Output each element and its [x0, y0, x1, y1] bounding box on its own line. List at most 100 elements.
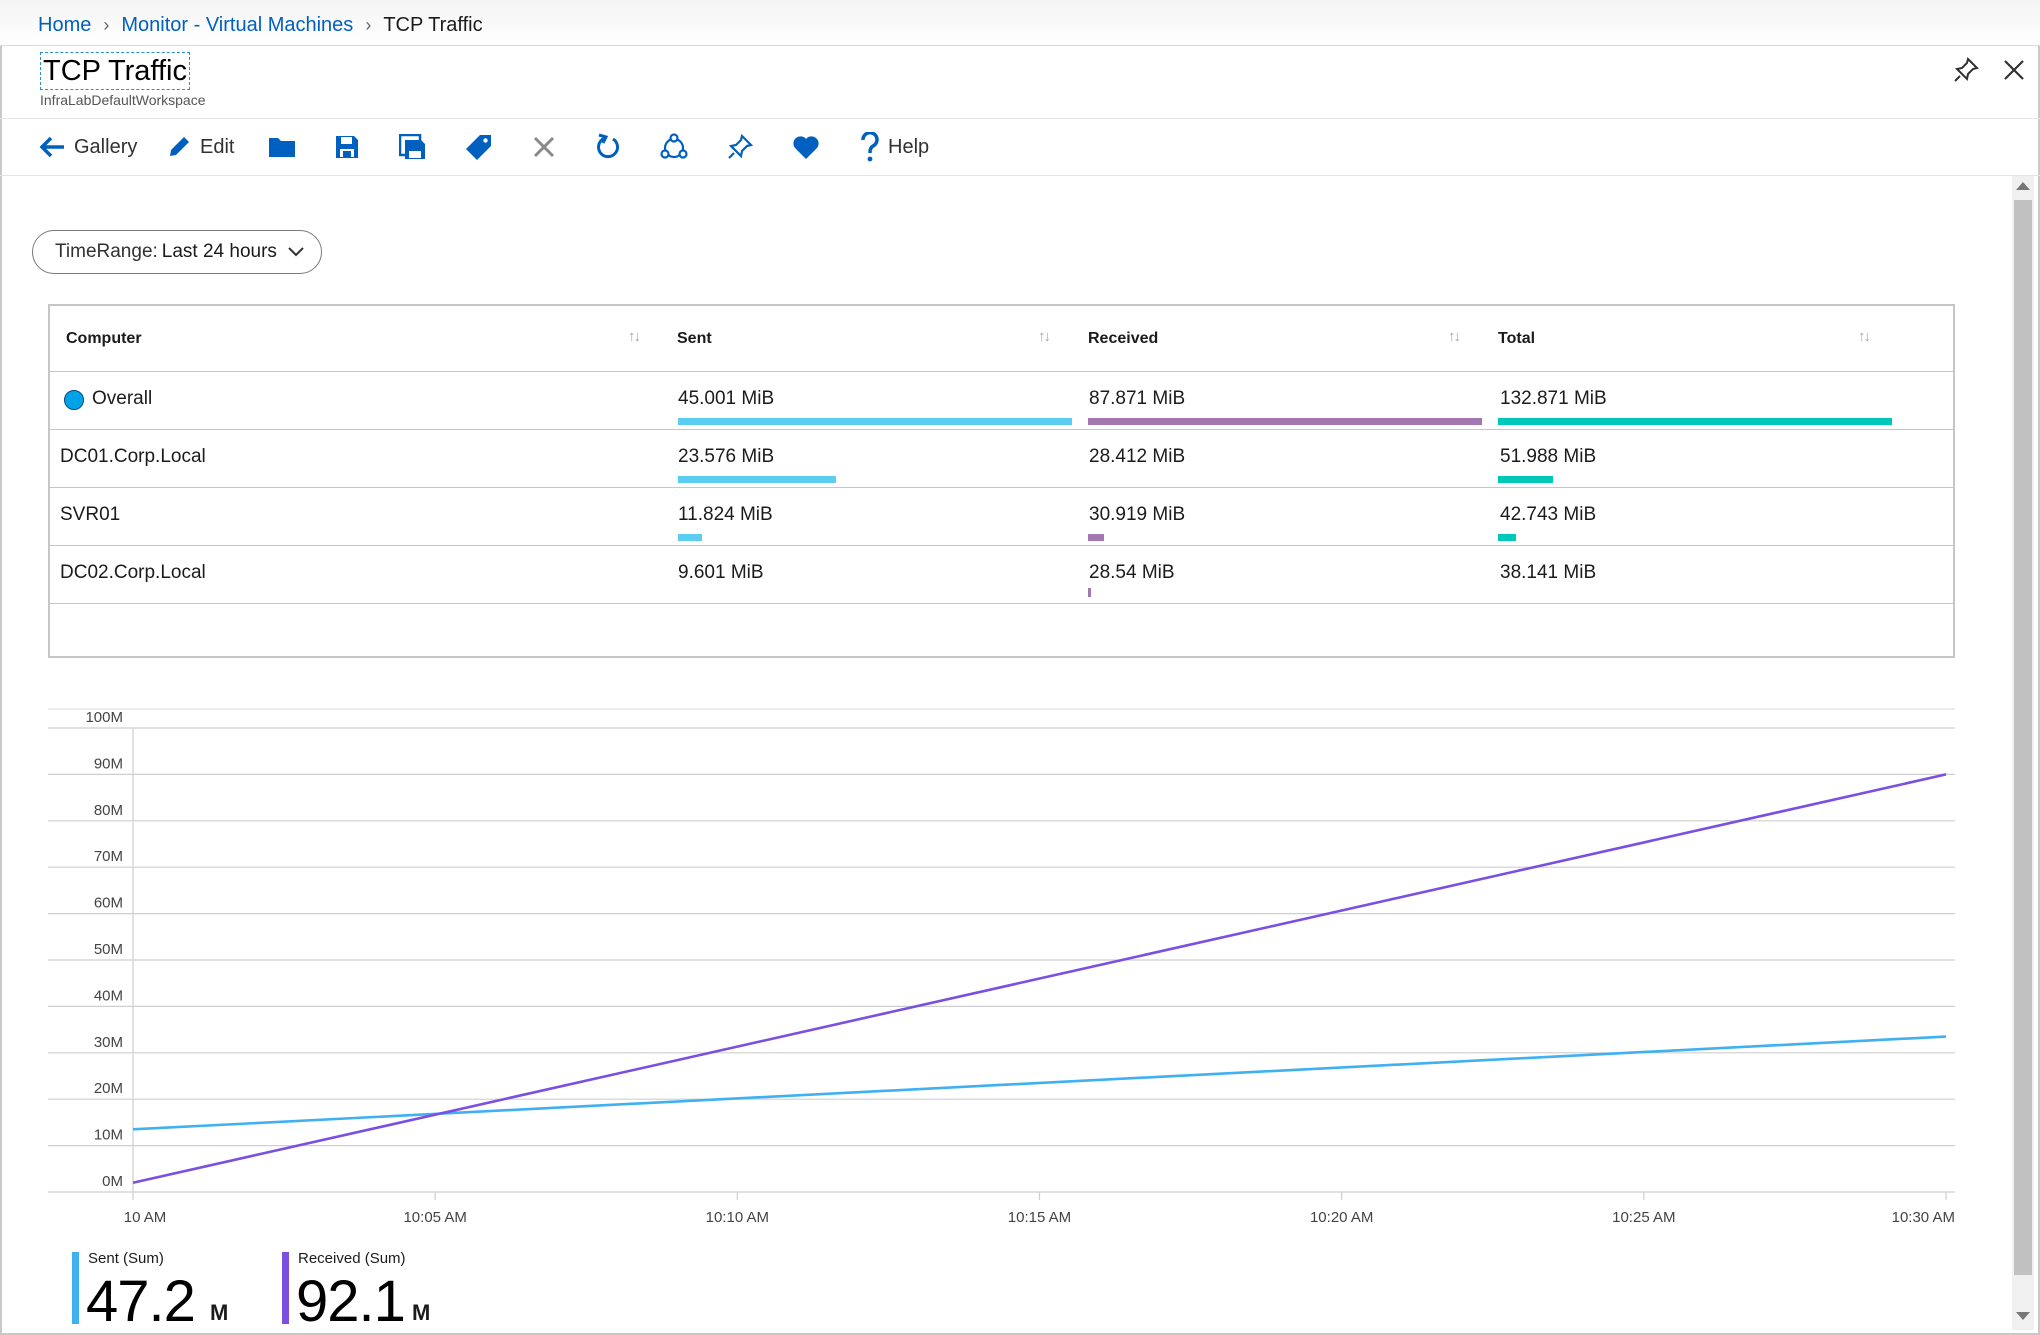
edit-label: Edit	[200, 136, 234, 159]
pin-to-dashboard-button[interactable]	[726, 129, 754, 165]
cell-sent: 45.001 MiB	[678, 388, 774, 410]
open-button[interactable]	[268, 129, 296, 165]
y-tick-label: 0M	[102, 1173, 123, 1190]
save-icon	[334, 134, 360, 160]
heart-icon	[792, 134, 820, 160]
y-tick-label: 10M	[94, 1127, 123, 1144]
cell-computer: DC02.Corp.Local	[60, 562, 206, 584]
help-label: Help	[888, 136, 929, 159]
cell-received: 28.54 MiB	[1089, 562, 1175, 584]
column-header-computer[interactable]: Computer	[66, 330, 142, 348]
legend-swatch	[282, 1252, 289, 1324]
total-bar	[1498, 418, 1892, 425]
legend-swatch	[72, 1252, 79, 1324]
time-range-dropdown[interactable]: TimeRange: Last 24 hours	[32, 230, 322, 274]
column-header-received[interactable]: Received	[1088, 330, 1158, 348]
gallery-label: Gallery	[74, 136, 137, 159]
x-tick-label: 10 AM	[124, 1209, 167, 1226]
pencil-icon	[166, 134, 192, 160]
scroll-up-arrow-icon[interactable]	[2016, 182, 2030, 190]
gallery-button[interactable]: Gallery	[38, 129, 137, 165]
x-tick-label: 10:20 AM	[1310, 1209, 1373, 1226]
sent-bar	[678, 418, 1072, 425]
time-range-label: TimeRange:	[55, 241, 158, 263]
tags-button[interactable]	[465, 129, 493, 165]
save-as-icon	[399, 134, 427, 160]
x-tick-label: 10:10 AM	[706, 1209, 769, 1226]
sort-icon[interactable]: ↑↓	[628, 328, 639, 345]
pin-icon	[726, 133, 754, 161]
chevron-down-icon	[287, 246, 305, 258]
overall-indicator-icon	[64, 390, 84, 410]
discard-icon	[532, 135, 556, 159]
legend-value: 47.2	[86, 1270, 195, 1334]
scrollbar-thumb[interactable]	[2014, 200, 2032, 1275]
sent-bar	[678, 534, 702, 541]
discard-button[interactable]	[532, 129, 556, 165]
table-row[interactable]: SVR01 11.824 MiB 30.919 MiB 42.743 MiB	[50, 488, 1953, 546]
series-line-received	[133, 774, 1946, 1182]
pin-blade-icon[interactable]	[1952, 56, 1980, 84]
table-row[interactable]: DC01.Corp.Local 23.576 MiB 28.412 MiB 51…	[50, 430, 1953, 488]
chevron-right-icon: ›	[103, 15, 109, 36]
y-tick-label: 20M	[94, 1080, 123, 1097]
column-header-total[interactable]: Total	[1498, 330, 1535, 348]
table-row[interactable]: Overall 45.001 MiB 87.871 MiB 132.871 Mi…	[50, 372, 1953, 430]
table-header: Computer ↑↓ Sent ↑↓ Received ↑↓ Total ↑↓	[50, 306, 1953, 372]
toolbar: Gallery Edit Help	[0, 118, 2040, 176]
sort-icon[interactable]: ↑↓	[1448, 328, 1459, 345]
sent-bar	[678, 476, 836, 483]
help-button[interactable]: Help	[860, 129, 929, 165]
share-icon	[660, 133, 688, 161]
y-tick-label: 90M	[94, 755, 123, 772]
cell-total: 42.743 MiB	[1500, 504, 1596, 526]
favorite-button[interactable]	[792, 129, 820, 165]
y-tick-label: 30M	[94, 1034, 123, 1051]
close-icon[interactable]	[2000, 56, 2028, 84]
legend-value: 92.1	[296, 1270, 405, 1334]
x-tick-label: 10:25 AM	[1612, 1209, 1675, 1226]
cell-total: 51.988 MiB	[1500, 446, 1596, 468]
sort-icon[interactable]: ↑↓	[1038, 328, 1049, 345]
save-button[interactable]	[334, 129, 360, 165]
cell-computer: Overall	[92, 388, 152, 410]
y-tick-label: 70M	[94, 848, 123, 865]
breadcrumb-home[interactable]: Home	[38, 14, 91, 37]
table-row[interactable]: DC02.Corp.Local 9.601 MiB 28.54 MiB 38.1…	[50, 546, 1953, 604]
traffic-table: Computer ↑↓ Sent ↑↓ Received ↑↓ Total ↑↓…	[48, 304, 1955, 658]
legend-unit: M	[210, 1300, 228, 1326]
save-as-button[interactable]	[399, 129, 427, 165]
time-range-value: Last 24 hours	[162, 241, 277, 263]
refresh-button[interactable]	[596, 129, 622, 165]
cell-total: 38.141 MiB	[1500, 562, 1596, 584]
scroll-down-arrow-icon[interactable]	[2016, 1312, 2030, 1320]
page-subtitle: InfraLabDefaultWorkspace	[40, 92, 206, 108]
y-tick-label: 80M	[94, 802, 123, 819]
back-arrow-icon	[38, 135, 66, 159]
x-tick-label: 10:15 AM	[1008, 1209, 1071, 1226]
cell-computer: SVR01	[60, 504, 120, 526]
column-header-sent[interactable]: Sent	[677, 330, 712, 348]
edit-button[interactable]: Edit	[166, 129, 234, 165]
cell-received: 30.919 MiB	[1089, 504, 1185, 526]
cell-sent: 11.824 MiB	[678, 504, 773, 526]
received-bar	[1088, 534, 1104, 541]
series-line-sent	[133, 1037, 1946, 1130]
cell-received: 28.412 MiB	[1089, 446, 1185, 468]
refresh-icon	[596, 133, 622, 161]
breadcrumb-monitor-vms[interactable]: Monitor - Virtual Machines	[121, 14, 353, 37]
share-button[interactable]	[660, 129, 688, 165]
question-icon	[860, 132, 880, 162]
cell-computer: DC01.Corp.Local	[60, 446, 206, 468]
legend-unit: M	[412, 1300, 430, 1326]
cell-sent: 23.576 MiB	[678, 446, 774, 468]
cell-total: 132.871 MiB	[1500, 388, 1607, 410]
y-tick-label: 50M	[94, 941, 123, 958]
x-tick-label: 10:05 AM	[403, 1209, 466, 1226]
traffic-line-chart: 0M10M20M30M40M50M60M70M80M90M100M10 AM10…	[0, 700, 2000, 1240]
tag-icon	[465, 133, 493, 161]
legend-name: Sent (Sum)	[88, 1250, 164, 1267]
y-tick-label: 40M	[94, 987, 123, 1004]
sort-icon[interactable]: ↑↓	[1858, 328, 1869, 345]
breadcrumb-current: TCP Traffic	[383, 14, 482, 37]
